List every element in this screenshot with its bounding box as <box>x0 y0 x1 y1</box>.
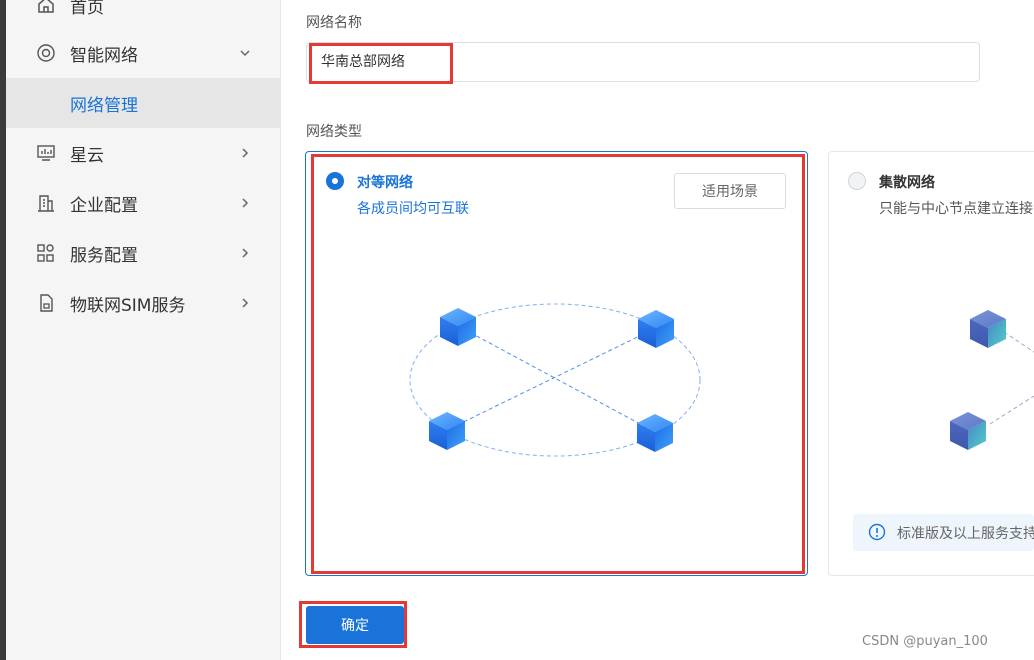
sidebar-item-label: 智能网络 <box>70 45 138 66</box>
cube-node-icon <box>970 310 1006 348</box>
hub-network-diagram <box>950 310 1034 450</box>
network-name-label: 网络名称 <box>306 15 362 31</box>
home-icon <box>36 0 56 15</box>
watermark: CSDN @puyan_100 <box>862 634 988 649</box>
chevron-down-icon <box>238 46 252 60</box>
app-root: 首页 智能网络 网络管理 星云 企业配置 服务配置 物联网SIM服务 网络名称 … <box>0 0 1034 660</box>
sidebar: 首页 智能网络 网络管理 星云 企业配置 服务配置 物联网SIM服务 <box>6 0 280 660</box>
sim-icon <box>36 293 56 313</box>
sidebar-item-iot-sim[interactable]: 物联网SIM服务 <box>6 278 280 328</box>
sidebar-item-label: 企业配置 <box>70 195 138 216</box>
sidebar-divider <box>280 0 281 660</box>
applicable-scenario-button[interactable]: 适用场景 <box>674 173 786 209</box>
confirm-button[interactable]: 确定 <box>306 606 404 644</box>
cube-node-icon <box>638 310 674 348</box>
cube-node-icon <box>637 414 673 452</box>
sidebar-item-enterprise-config[interactable]: 企业配置 <box>6 178 280 228</box>
radio-hub-unselected[interactable] <box>848 172 866 190</box>
sidebar-item-nebula[interactable]: 星云 <box>6 128 280 178</box>
cube-node-icon <box>440 308 476 346</box>
sidebar-item-network-management[interactable]: 网络管理 <box>6 78 280 128</box>
version-notice: 标准版及以上服务支持 <box>853 514 1034 551</box>
chevron-right-icon <box>238 196 252 210</box>
sidebar-item-label: 网络管理 <box>70 95 138 116</box>
smart-network-icon <box>36 43 56 63</box>
sidebar-item-service-config[interactable]: 服务配置 <box>6 228 280 278</box>
sidebar-item-smart-network[interactable]: 智能网络 <box>6 28 280 78</box>
network-type-label: 网络类型 <box>306 124 362 140</box>
card-description: 各成员间均可互联 <box>357 201 469 217</box>
sidebar-item-home[interactable]: 首页 <box>6 0 280 30</box>
sidebar-item-label: 服务配置 <box>70 245 138 266</box>
sidebar-item-label: 物联网SIM服务 <box>70 295 186 316</box>
chevron-right-icon <box>238 246 252 260</box>
radio-peer-selected[interactable] <box>326 172 344 190</box>
cube-node-icon <box>950 412 986 450</box>
sidebar-item-label: 星云 <box>70 145 104 166</box>
notice-text: 标准版及以上服务支持 <box>897 526 1034 542</box>
chevron-right-icon <box>238 146 252 160</box>
card-description-clip: 只能与中心节点建立连接 <box>879 198 1034 220</box>
building-icon <box>36 193 56 213</box>
cube-node-icon <box>429 412 465 450</box>
monitor-icon <box>36 143 56 163</box>
info-icon <box>868 523 886 541</box>
network-name-input[interactable]: 华南总部网络 <box>306 42 980 82</box>
card-title: 集散网络 <box>879 175 935 191</box>
card-title: 对等网络 <box>357 175 413 191</box>
peer-network-diagram <box>409 303 701 457</box>
grid-icon <box>36 243 56 263</box>
card-description: 只能与中心节点建立连接 <box>879 201 1033 217</box>
chevron-right-icon <box>238 296 252 310</box>
sidebar-item-label: 首页 <box>70 0 104 18</box>
